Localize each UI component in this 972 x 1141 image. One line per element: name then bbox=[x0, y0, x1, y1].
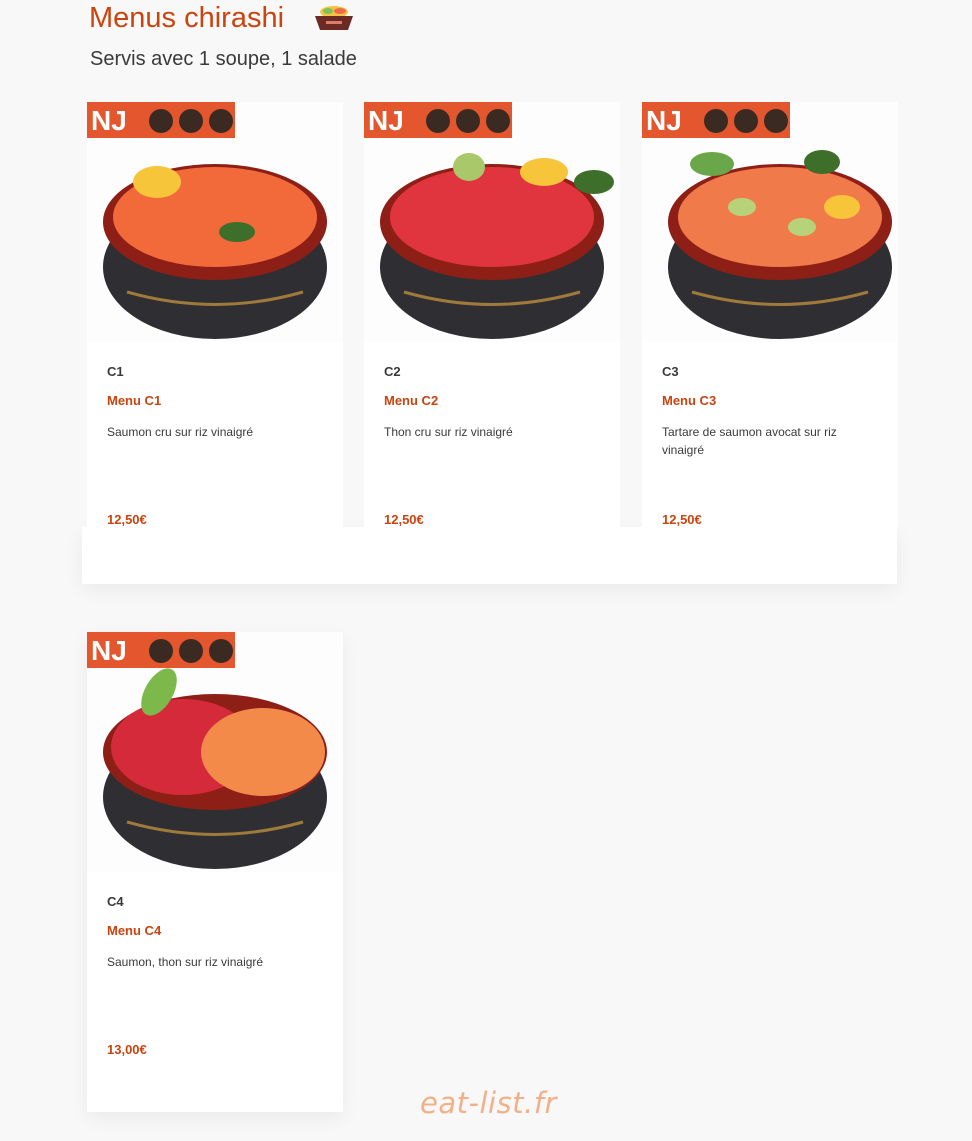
item-name[interactable]: Menu C1 bbox=[107, 393, 161, 408]
item-price: 12,50€ bbox=[384, 512, 424, 527]
menu-card[interactable]: NJ C4 Menu C4 Saumon, thon sur riz vinai… bbox=[87, 632, 343, 1112]
dish-photo: NJ bbox=[87, 632, 343, 872]
item-price: 13,00€ bbox=[107, 1042, 147, 1057]
chirashi-bowl-image: NJ bbox=[87, 632, 327, 869]
item-code: C4 bbox=[107, 894, 124, 909]
dish-photo: NJ bbox=[364, 102, 620, 342]
dish-photo: NJ bbox=[87, 102, 343, 342]
section-subtitle: Servis avec 1 soupe, 1 salade bbox=[90, 48, 357, 70]
item-price: 12,50€ bbox=[662, 512, 702, 527]
menu-card[interactable]: NJ C2 Menu C2 Thon cru sur riz vinaigré … bbox=[364, 102, 620, 527]
menu-row-panel bbox=[82, 527, 897, 584]
chirashi-bowl-icon bbox=[315, 6, 354, 30]
item-price: 12,50€ bbox=[107, 512, 147, 527]
item-description: Saumon cru sur riz vinaigré bbox=[107, 425, 254, 439]
item-name[interactable]: Menu C3 bbox=[662, 393, 716, 408]
chirashi-bowl-image: NJ bbox=[364, 102, 614, 339]
badge-logo: NJ bbox=[91, 635, 127, 666]
item-code: C3 bbox=[662, 364, 679, 379]
item-name[interactable]: Menu C4 bbox=[107, 923, 161, 938]
section-title: Menus chirashi bbox=[89, 2, 285, 34]
chirashi-bowl-image: NJ bbox=[87, 102, 327, 339]
dish-photo: NJ bbox=[642, 102, 898, 342]
badge-logo: NJ bbox=[368, 105, 404, 136]
item-code: C1 bbox=[107, 364, 124, 379]
chirashi-bowl-image: NJ bbox=[642, 102, 892, 339]
item-name[interactable]: Menu C2 bbox=[384, 393, 438, 408]
watermark: eat-list.fr bbox=[420, 1086, 557, 1120]
menu-card[interactable]: NJ C1 Menu C1 Saumon cru sur riz vinaigr… bbox=[87, 102, 343, 527]
item-description: Thon cru sur riz vinaigré bbox=[384, 425, 513, 439]
item-description: Saumon, thon sur riz vinaigré bbox=[107, 955, 264, 969]
section-header: Menus chirashi bbox=[89, 0, 356, 36]
badge-logo: NJ bbox=[646, 105, 682, 136]
badge-logo: NJ bbox=[91, 105, 127, 136]
menu-card[interactable]: NJ C3 Menu C3 Tartare de saumon avocat s… bbox=[642, 102, 898, 527]
item-description: Tartare de saumon avocat sur riz vinaigr… bbox=[662, 425, 837, 457]
item-code: C2 bbox=[384, 364, 401, 379]
